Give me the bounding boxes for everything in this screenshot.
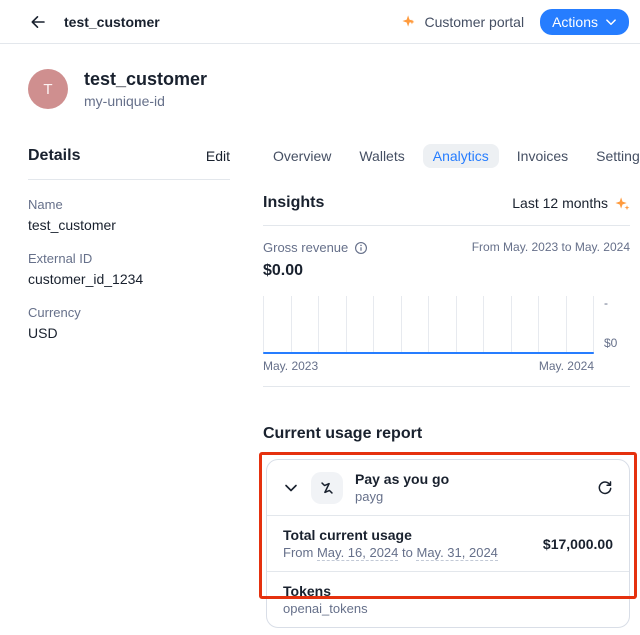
insights-title: Insights [263, 194, 324, 212]
chart-zero-line [263, 352, 594, 354]
period-start-date[interactable]: May. 16, 2024 [317, 545, 398, 561]
plan-name: Pay as you go [355, 470, 449, 488]
chart-y-axis: - $0 [594, 296, 630, 354]
date-range-label: From May. 2023 to May. 2024 [472, 240, 630, 280]
field-label: External ID [28, 251, 230, 267]
plan-icon-tile [311, 472, 343, 504]
period-label: Last 12 months [512, 195, 608, 211]
customer-external-id: my-unique-id [84, 92, 207, 110]
usage-item-row: Tokens openai_tokens [267, 571, 629, 627]
tab-analytics[interactable]: Analytics [423, 144, 499, 168]
sparkle-icon [402, 14, 417, 29]
back-button[interactable] [28, 12, 48, 32]
total-usage-amount: $17,000.00 [543, 536, 613, 552]
total-usage-period: From May. 16, 2024 to May. 31, 2024 [283, 545, 498, 561]
total-usage-label: Total current usage [283, 526, 498, 544]
details-panel: Details Edit Name test_customer External… [28, 144, 230, 635]
customer-portal-label: Customer portal [424, 14, 524, 30]
collapse-toggle-button[interactable] [283, 480, 299, 496]
details-divider [28, 179, 230, 180]
y-tick-bottom: $0 [604, 336, 617, 350]
field-label: Name [28, 197, 230, 213]
insights-divider [263, 225, 630, 226]
detail-field-currency: Currency USD [28, 305, 230, 342]
pulse-icon [318, 479, 336, 497]
edit-button[interactable]: Edit [206, 148, 230, 164]
actions-label: Actions [552, 14, 598, 30]
period-end-date[interactable]: May. 31, 2024 [416, 545, 497, 561]
details-title: Details [28, 147, 80, 165]
tab-wallets[interactable]: Wallets [349, 144, 414, 168]
tab-bar: Overview Wallets Analytics Invoices Sett… [263, 144, 630, 168]
usage-report-section: Pay as you go payg Total current usag [259, 452, 637, 635]
customer-name: test_customer [84, 68, 207, 90]
plan-header-row: Pay as you go payg [267, 460, 629, 515]
tab-overview[interactable]: Overview [263, 144, 341, 168]
chevron-down-icon [605, 16, 617, 28]
current-usage-title: Current usage report [263, 425, 630, 443]
usage-plan-card: Pay as you go payg Total current usag [266, 459, 630, 628]
customer-header: T test_customer my-unique-id [28, 68, 630, 110]
gross-revenue-metric: Gross revenue $0.00 [263, 240, 368, 280]
period-to-word: to [402, 545, 413, 560]
period-from-word: From [283, 545, 313, 560]
info-icon[interactable] [354, 241, 368, 255]
usage-item-code: openai_tokens [283, 601, 613, 617]
chart-bottom-divider [263, 386, 630, 387]
field-label: Currency [28, 305, 230, 321]
tab-invoices[interactable]: Invoices [507, 144, 578, 168]
refresh-button[interactable] [597, 480, 613, 496]
actions-button[interactable]: Actions [540, 9, 629, 35]
sparkle-icon [615, 196, 630, 211]
period-selector[interactable]: Last 12 months [512, 195, 630, 211]
customer-portal-button[interactable]: Customer portal [402, 14, 524, 30]
top-bar: test_customer Customer portal Actions [0, 0, 640, 44]
field-value: USD [28, 324, 230, 342]
detail-field-external-id: External ID customer_id_1234 [28, 251, 230, 288]
gross-revenue-value: $0.00 [263, 262, 368, 280]
total-usage-row: Total current usage From May. 16, 2024 t… [267, 515, 629, 571]
field-value: customer_id_1234 [28, 270, 230, 288]
detail-field-name: Name test_customer [28, 197, 230, 234]
tab-settings[interactable]: Settings [586, 144, 640, 168]
gross-revenue-chart: - $0 [263, 296, 630, 354]
field-value: test_customer [28, 216, 230, 234]
chart-x-axis: May. 2023 May. 2024 [263, 359, 594, 373]
x-tick-start: May. 2023 [263, 359, 318, 373]
chevron-down-icon [283, 480, 299, 496]
topbar-customer-title: test_customer [64, 14, 160, 30]
y-tick-top: - [604, 296, 608, 310]
plan-code: payg [355, 489, 449, 505]
gross-revenue-label: Gross revenue [263, 240, 348, 255]
avatar-initial: T [43, 81, 52, 98]
x-tick-end: May. 2024 [539, 359, 594, 373]
usage-item-name: Tokens [283, 582, 613, 600]
refresh-icon [597, 480, 613, 496]
chart-plot-area [263, 296, 594, 354]
arrow-left-icon [30, 14, 46, 30]
avatar: T [28, 69, 68, 109]
